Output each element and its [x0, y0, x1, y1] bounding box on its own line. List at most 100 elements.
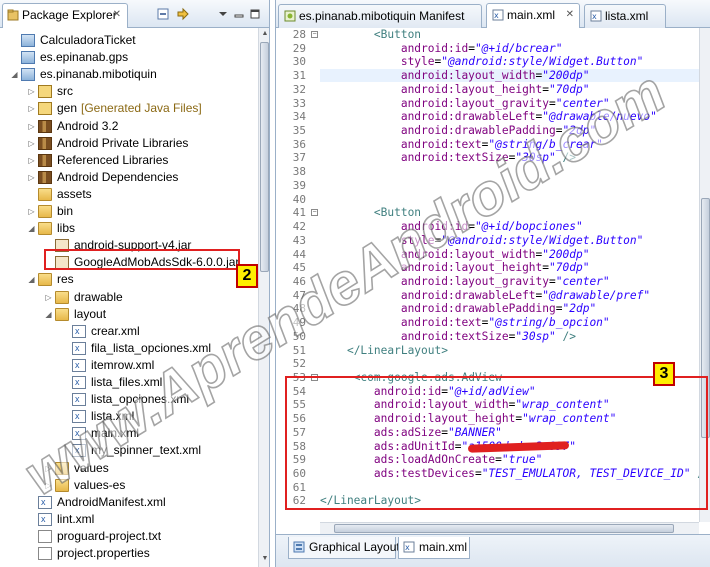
scrollbar-thumb[interactable]	[260, 42, 269, 272]
code-line[interactable]: android:drawablePadding="2dp"	[320, 124, 596, 137]
tree-item[interactable]: itemrow.xml	[0, 357, 258, 374]
tree-item[interactable]: fila_lista_opciones.xml	[0, 340, 258, 357]
scroll-up-arrow-icon[interactable]: ▲	[261, 30, 269, 40]
tab-graphical-layout[interactable]: Graphical Layout	[288, 537, 400, 559]
tree-item[interactable]: ◢ res	[0, 271, 258, 288]
code-line[interactable]: android:layout_height="70dp"	[320, 261, 590, 274]
collapsed-arrow-icon[interactable]: ▷	[27, 83, 36, 100]
tree-item[interactable]: ◢ layout	[0, 306, 258, 323]
tree-item[interactable]: CalculadoraTicket	[0, 32, 258, 49]
close-icon[interactable]: ✕	[566, 4, 574, 26]
tree-item[interactable]: ▷ bin	[0, 203, 258, 220]
line-number: 36	[292, 137, 306, 151]
tree-item[interactable]: main.xml	[0, 425, 258, 442]
line-number: 52	[292, 357, 306, 371]
tree-item[interactable]: ▷ values	[0, 460, 258, 477]
tree-item[interactable]: proguard-project.txt	[0, 528, 258, 545]
tree-item[interactable]: lista_opciones.xml	[0, 391, 258, 408]
view-menu-icon[interactable]	[216, 7, 230, 21]
line-number: 45	[292, 261, 306, 275]
maximize-icon[interactable]	[248, 7, 262, 21]
tree-item[interactable]: crear.xml	[0, 323, 258, 340]
svg-text:x: x	[494, 11, 499, 20]
tree-item[interactable]: AndroidManifest.xml	[0, 494, 258, 511]
fold-toggle-icon[interactable]: −	[311, 209, 318, 217]
minimize-icon[interactable]	[232, 7, 246, 21]
tree-item[interactable]: lint.xml	[0, 511, 258, 528]
tree-item[interactable]: ▷ Android Dependencies	[0, 169, 258, 186]
code-line[interactable]: android:textSize="30sp" />	[320, 151, 576, 164]
collapsed-arrow-icon[interactable]: ▷	[44, 460, 53, 477]
tree-item[interactable]: ▷ Android Private Libraries	[0, 135, 258, 152]
tree-item[interactable]: ▷ Referenced Libraries	[0, 152, 258, 169]
code-line[interactable]: <Button	[320, 206, 421, 219]
tree-item[interactable]: ▷ gen [Generated Java Files]	[0, 100, 258, 117]
collapsed-arrow-icon[interactable]: ▷	[44, 477, 53, 494]
code-line[interactable]: android:layout_height="70dp"	[320, 83, 590, 96]
tree-item[interactable]: project.properties	[0, 545, 258, 562]
code-line[interactable]: android:layout_width="200dp"	[320, 69, 590, 82]
code-line[interactable]: style="@android:style/Widget.Button"	[320, 234, 644, 247]
editor-tabbar: es.pinanab.mibotiquin Manifest x main.xml…	[276, 0, 710, 28]
line-number: 48	[292, 302, 306, 316]
code-line[interactable]: android:text="@string/b_opcion"	[320, 316, 610, 329]
expanded-arrow-icon[interactable]: ◢	[10, 66, 19, 83]
code-line[interactable]: android:layout_gravity="center"	[320, 97, 610, 110]
collapsed-arrow-icon[interactable]: ▷	[27, 118, 36, 135]
tree-item[interactable]: ◢ libs	[0, 220, 258, 237]
tree-item-label: libs	[57, 221, 76, 236]
tree-item[interactable]: ▷ values-es	[0, 477, 258, 494]
collapse-all-icon[interactable]	[156, 7, 170, 21]
code-line[interactable]: android:drawableLeft="@drawable/nuevo"	[320, 110, 657, 123]
tab-lista-xml[interactable]: x lista.xml	[584, 4, 666, 28]
tree-item[interactable]: assets	[0, 186, 258, 203]
editor-horizontal-scrollbar[interactable]	[320, 522, 699, 534]
tree-item-note: [Generated Java Files]	[81, 101, 202, 116]
code-line[interactable]: <Button	[320, 28, 421, 41]
tree-item[interactable]: lista.xml	[0, 408, 258, 425]
close-icon[interactable]: ✕	[113, 4, 121, 26]
line-number: 47	[292, 288, 306, 302]
code-line[interactable]: android:id="@+id/bcrear"	[320, 42, 563, 55]
code-line[interactable]: android:text="@string/b_crear"	[320, 138, 603, 151]
code-line[interactable]: android:textSize="30sp" />	[320, 330, 576, 343]
code-token: "@string/b_crear"	[488, 137, 603, 151]
tab-package-explorer[interactable]: Package Explorer ✕	[2, 3, 128, 28]
link-with-editor-icon[interactable]	[176, 7, 190, 21]
expanded-arrow-icon[interactable]: ◢	[27, 220, 36, 237]
expanded-arrow-icon[interactable]: ◢	[44, 306, 53, 323]
code-token: <Button	[373, 28, 422, 41]
scroll-down-arrow-icon[interactable]: ▼	[261, 555, 269, 565]
code-line[interactable]: style="@android:style/Widget.Button"	[320, 55, 644, 68]
code-line[interactable]: </LinearLayout>	[320, 344, 448, 357]
tab-main-xml[interactable]: x main.xml ✕	[486, 3, 580, 28]
tree-item[interactable]: ▷ Android 3.2	[0, 118, 258, 135]
collapsed-arrow-icon[interactable]: ▷	[27, 203, 36, 220]
tab-main-xml-source[interactable]: x main.xml	[398, 537, 470, 559]
code-line[interactable]: android:drawableLeft="@drawable/pref"	[320, 289, 650, 302]
fold-toggle-icon[interactable]: −	[311, 31, 318, 38]
package-explorer-scrollbar[interactable]: ▲ ▼	[258, 28, 269, 567]
collapsed-arrow-icon[interactable]: ▷	[27, 169, 36, 186]
tree-item[interactable]: ▷ src	[0, 83, 258, 100]
scrollbar-thumb[interactable]	[334, 524, 674, 533]
tree-item[interactable]: lista_files.xml	[0, 374, 258, 391]
expanded-arrow-icon[interactable]: ◢	[27, 271, 36, 288]
code-line[interactable]: android:drawablePadding="2dp"	[320, 302, 596, 315]
code-line[interactable]: android:layout_width="200dp"	[320, 248, 590, 261]
folder-icon	[55, 290, 69, 304]
code-line[interactable]: android:id="@+id/bopciones"	[320, 220, 583, 233]
code-line[interactable]: android:layout_gravity="center"	[320, 275, 610, 288]
collapsed-arrow-icon[interactable]: ▷	[27, 135, 36, 152]
collapsed-arrow-icon[interactable]: ▷	[44, 289, 53, 306]
code-token: "@drawable/nuevo"	[542, 110, 657, 124]
tree-item[interactable]: es.epinanab.gps	[0, 49, 258, 66]
tree-item[interactable]: ◢ es.pinanab.mibotiquin	[0, 66, 258, 83]
tab-manifest[interactable]: es.pinanab.mibotiquin Manifest	[278, 4, 482, 28]
collapsed-arrow-icon[interactable]: ▷	[27, 152, 36, 169]
collapsed-arrow-icon[interactable]: ▷	[27, 100, 36, 117]
tree-item[interactable]: ▷ drawable	[0, 289, 258, 306]
tree-item[interactable]: my_spinner_text.xml	[0, 442, 258, 459]
